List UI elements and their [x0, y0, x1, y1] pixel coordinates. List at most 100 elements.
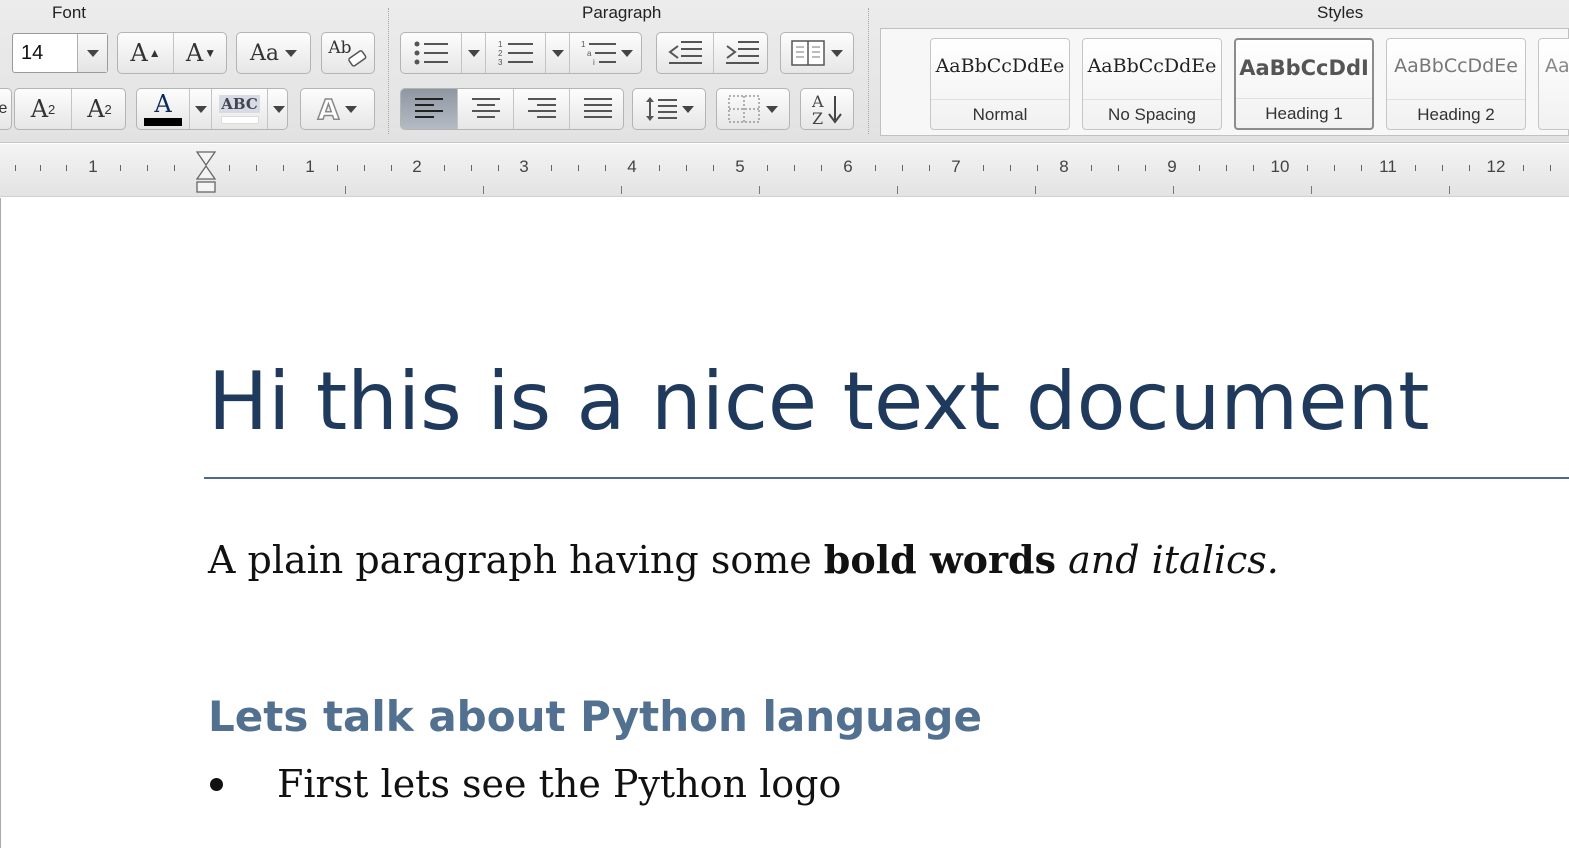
ruler-number: 12: [1486, 157, 1506, 176]
script-button-group: A 2 A 2: [14, 88, 126, 130]
document-canvas[interactable]: [0, 198, 1569, 848]
font-size-dropdown-button[interactable]: [77, 34, 107, 72]
superscript-button[interactable]: A 2: [15, 89, 71, 129]
subscript-button[interactable]: A 2: [71, 89, 127, 129]
justify-icon: [583, 98, 612, 118]
chevron-down-icon: [86, 49, 99, 57]
ruler-tick: [120, 165, 121, 171]
ruler-tick: [1037, 165, 1038, 171]
numbering-button[interactable]: 123: [485, 33, 545, 73]
document-title[interactable]: Hi this is a nice text document: [208, 355, 1430, 448]
ruler-tick: [1361, 165, 1362, 171]
svg-text:3: 3: [498, 58, 503, 67]
chevron-down-icon: [620, 49, 633, 57]
increase-indent-button[interactable]: [713, 33, 769, 73]
ruler-tick: [1226, 165, 1227, 171]
paragraph-plain-text: A plain paragraph having some: [208, 538, 824, 582]
section-heading[interactable]: Lets talk about Python language: [208, 692, 982, 741]
numbering-dropdown[interactable]: [545, 33, 569, 73]
ruler-tick: [578, 165, 579, 171]
clear-formatting-button[interactable]: Ab: [321, 32, 375, 74]
ruler-tick: [337, 165, 338, 171]
ruler-tick: [659, 165, 660, 171]
shrink-font-button[interactable]: A ▼: [173, 33, 228, 73]
align-left-icon: [415, 98, 443, 118]
align-right-button[interactable]: [513, 89, 569, 129]
highlight-button[interactable]: ABC: [211, 89, 267, 129]
align-center-button[interactable]: [457, 89, 513, 129]
align-right-icon: [527, 98, 556, 118]
ruler-number: 8: [1059, 157, 1069, 176]
title-underline: [204, 477, 1569, 479]
ruler-number: 7: [951, 157, 961, 176]
ruler-number: 2: [412, 157, 422, 176]
decrease-indent-button[interactable]: [657, 33, 713, 73]
list-item[interactable]: First lets see the Python logo: [277, 762, 841, 806]
chevron-down-icon: [766, 105, 778, 113]
ruler-tick: [686, 165, 687, 171]
multilevel-list-button[interactable]: 1ai: [569, 33, 643, 73]
ruler-tick: [1469, 165, 1470, 171]
paragraph-bold-text: bold words: [823, 537, 1056, 582]
numbered-list-icon: 123: [498, 40, 533, 67]
ruler-tick: [1010, 165, 1011, 171]
ruler-number: 4: [627, 157, 637, 176]
ruler-tab-stop: [1449, 186, 1450, 194]
ruler-number: 5: [735, 157, 745, 176]
outdent-icon: [668, 41, 702, 64]
ruler-tick: [929, 165, 930, 171]
borders-icon: [728, 95, 760, 123]
group-separator: [868, 8, 869, 134]
style-normal[interactable]: AaBbCcDdEe Normal: [930, 38, 1070, 130]
styles-group-title: Styles: [1317, 3, 1364, 22]
ruler-tick: [794, 165, 795, 171]
bulleted-list-icon: [414, 41, 448, 65]
ruler-tick: [551, 165, 552, 171]
grow-font-button[interactable]: A ▲: [118, 33, 173, 73]
font-color-dropdown[interactable]: [189, 89, 211, 129]
svg-text:Z: Z: [812, 109, 823, 126]
indent-marker-icon[interactable]: [195, 151, 217, 195]
chevron-down-icon: [272, 105, 285, 113]
borders-button[interactable]: [716, 88, 790, 130]
columns-button[interactable]: [780, 32, 854, 74]
ruler-tick: [902, 165, 903, 171]
style-heading-2[interactable]: AaBbCcDdEe Heading 2: [1386, 38, 1526, 130]
bullets-dropdown[interactable]: [461, 33, 485, 73]
ruler-tick: [256, 165, 257, 171]
paragraph-italic-text: and italics.: [1056, 538, 1279, 582]
body-paragraph[interactable]: A plain paragraph having some bold words…: [208, 537, 1279, 582]
columns-icon: [791, 40, 825, 66]
style-preview-partial: Aa: [1545, 55, 1569, 77]
font-color-button[interactable]: A: [137, 89, 189, 129]
line-spacing-button[interactable]: [632, 88, 706, 130]
bullets-button[interactable]: [401, 33, 461, 73]
font-size-combobox[interactable]: 14: [12, 33, 108, 73]
change-case-button[interactable]: Aa: [236, 32, 311, 74]
triangle-up-icon: ▲: [148, 46, 161, 60]
horizontal-ruler[interactable]: 1 1 2 3 4 5 6 7 8 9 10 11 12: [0, 144, 1569, 197]
font-color-swatch: [144, 118, 182, 126]
align-left-button[interactable]: [401, 89, 457, 129]
group-separator: [388, 8, 389, 134]
color-button-group: A ABC: [136, 88, 288, 130]
ruler-number: 10: [1270, 157, 1290, 176]
chevron-down-icon: [285, 49, 297, 57]
ruler-tab-stop: [621, 186, 622, 194]
style-no-spacing[interactable]: AaBbCcDdEe No Spacing: [1082, 38, 1222, 130]
strikethrough-button[interactable]: e: [0, 88, 12, 130]
styles-gallery: AaBbCcDdEe Normal AaBbCcDdEe No Spacing …: [880, 28, 1569, 136]
svg-text:2: 2: [498, 49, 503, 58]
style-heading-3-partial[interactable]: Aa: [1538, 38, 1569, 130]
style-heading-1[interactable]: AaBbCcDdI Heading 1: [1234, 38, 1374, 130]
indent-icon: [725, 41, 759, 64]
triangle-down-icon: ▼: [204, 46, 217, 60]
sort-button[interactable]: A Z: [800, 88, 854, 130]
text-effects-button[interactable]: A: [300, 88, 375, 130]
ruler-tick: [1550, 165, 1551, 171]
ruler-tick: [1442, 165, 1443, 171]
ruler-tick: [605, 165, 606, 171]
justify-button[interactable]: [569, 89, 625, 129]
font-size-input[interactable]: 14: [21, 42, 43, 65]
highlight-dropdown[interactable]: [267, 89, 289, 129]
